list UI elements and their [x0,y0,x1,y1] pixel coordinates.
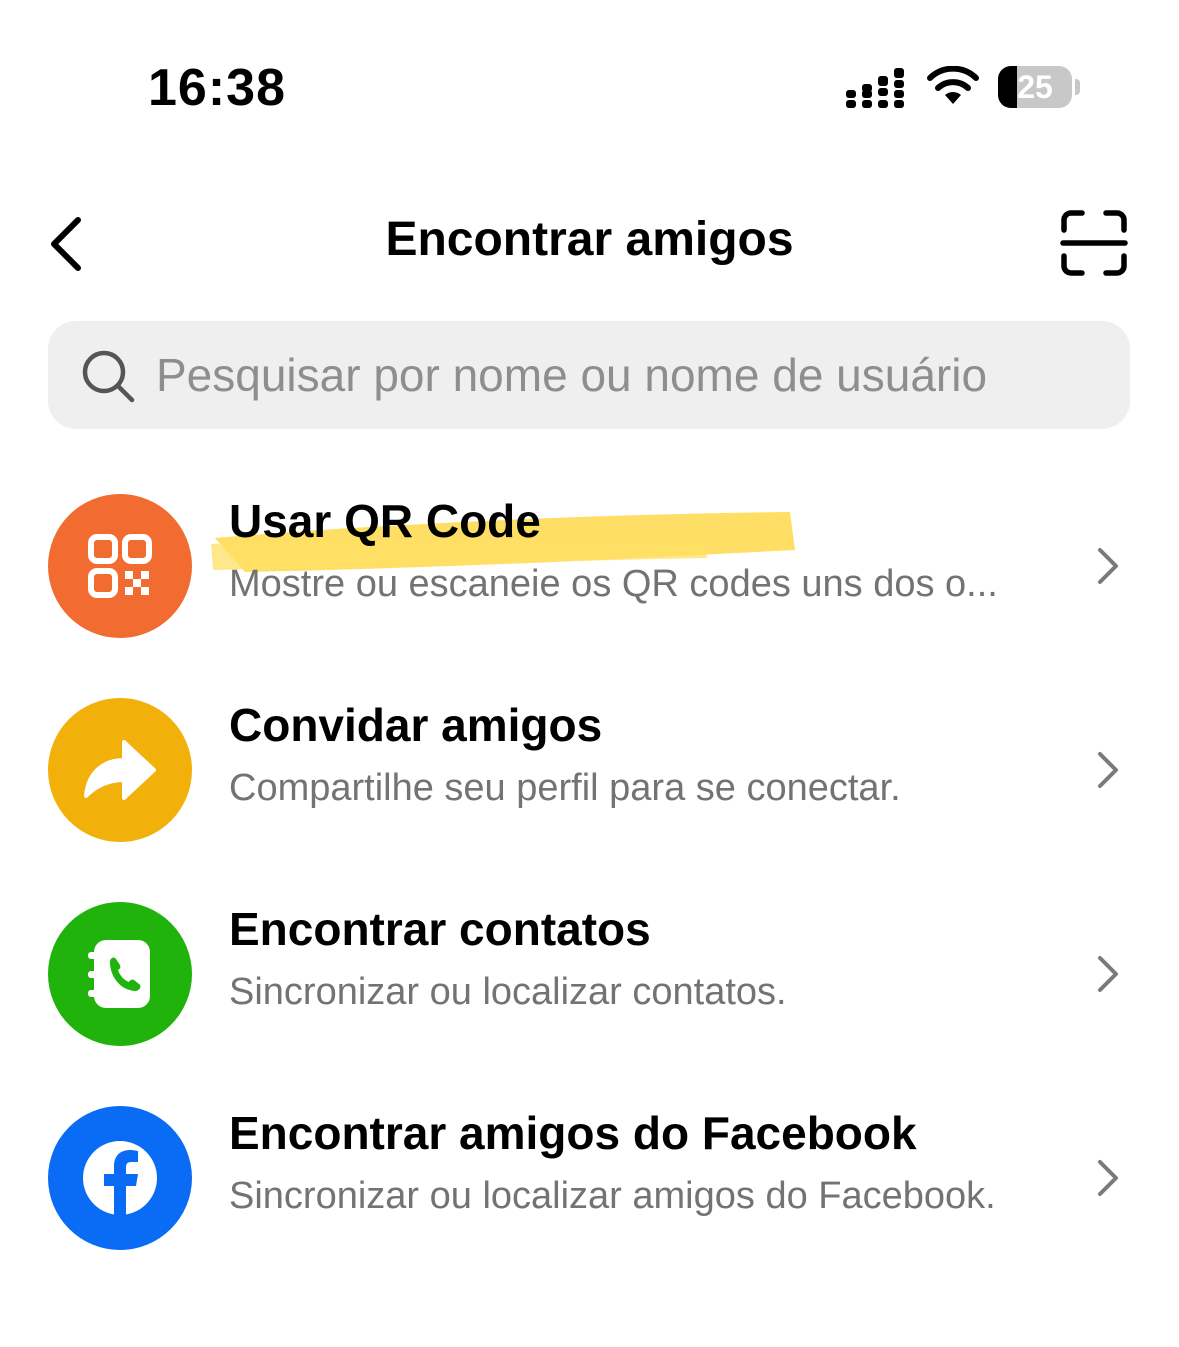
item-title: Convidar amigos [229,699,603,751]
chevron-right-icon [1098,956,1118,992]
share-arrow-icon [48,698,192,842]
list-item-find-contacts[interactable]: Encontrar contatos Sincronizar ou locali… [0,884,1179,1064]
item-subtitle: Sincronizar ou localizar contatos. [229,971,787,1013]
chevron-right-icon [1098,548,1118,584]
item-title: Encontrar amigos do Facebook [229,1107,917,1159]
contacts-book-icon [48,902,192,1046]
search-icon [82,350,135,403]
facebook-icon-circle [48,1106,192,1250]
scan-frame-icon [1060,210,1128,276]
item-subtitle: Mostre ou escaneie os QR codes uns dos o… [229,563,998,605]
status-bar: 16:38 25 [0,0,1179,170]
cellular-signal-icon [846,68,904,108]
item-subtitle: Sincronizar ou localizar amigos do Faceb… [229,1175,996,1217]
list-item-invite-friends[interactable]: Convidar amigos Compartilhe seu perfil p… [0,680,1179,860]
battery-level-text: 25 [1017,69,1053,105]
search-input[interactable] [156,337,1106,413]
share-icon-circle [48,698,192,842]
chevron-right-icon [1098,752,1118,788]
header: Encontrar amigos [0,190,1179,300]
status-time: 16:38 [148,59,286,117]
item-title: Usar QR Code [229,495,541,547]
wifi-icon [927,66,979,104]
scan-button[interactable] [1060,210,1128,276]
qr-code-icon [48,494,192,638]
battery-body: 25 [998,66,1072,108]
page-title: Encontrar amigos [385,213,794,266]
facebook-icon [48,1106,192,1250]
battery-indicator: 25 [998,66,1082,110]
item-title: Encontrar contatos [229,903,651,955]
contacts-icon-circle [48,902,192,1046]
qr-code-icon-circle [48,494,192,638]
item-subtitle: Compartilhe seu perfil para se conectar. [229,767,901,809]
chevron-right-icon [1098,1160,1118,1196]
battery-tip [1075,79,1080,95]
list-item-facebook-friends[interactable]: Encontrar amigos do Facebook Sincronizar… [0,1088,1179,1268]
